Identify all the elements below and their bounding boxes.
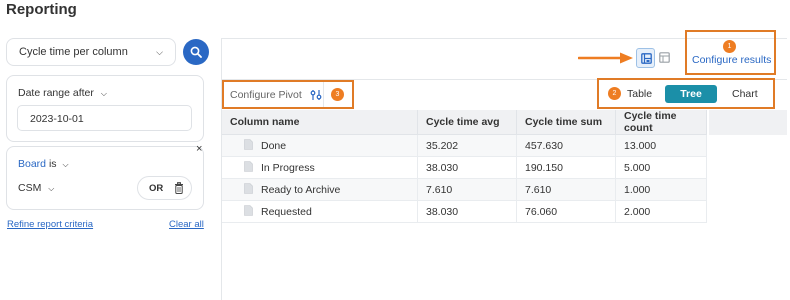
date-input-value: 2023-10-01 [30,113,84,125]
trash-icon[interactable] [174,182,184,194]
row-name-cell: In Progress [222,156,418,179]
table-cell: 5.000 [615,156,707,179]
table-cell: 190.150 [516,156,616,179]
refine-report-link[interactable]: Refine report criteria [7,219,93,230]
chevron-down-icon: ⌵ [100,89,107,98]
close-icon[interactable]: × [196,143,202,155]
table-row[interactable]: Requested 38.030 76.060 2.000 [222,200,707,223]
or-button[interactable]: OR [149,183,163,194]
table-cell: 457.630 [516,134,616,157]
callout-badge-3: 3 [331,88,344,101]
document-icon [244,160,253,175]
table-header-filler [709,110,787,135]
tree-view-icon [641,53,652,64]
document-icon [244,182,253,197]
row-name-cell: Done [222,134,418,157]
report-type-select[interactable]: Cycle time per column ⌵ [6,38,176,66]
chevron-down-icon: ⌵ [48,184,55,193]
date-input[interactable]: 2023-10-01 [17,105,192,131]
date-filter-dropdown[interactable]: Date range after ⌵ [18,87,107,99]
table-cell: 38.030 [417,156,517,179]
tab-tree[interactable]: Tree [665,85,717,103]
or-group: OR [137,176,192,200]
board-filter-field[interactable]: Board [18,158,46,170]
table-row[interactable]: Ready to Archive 7.610 7.610 1.000 [222,178,707,201]
table-cell: 35.202 [417,134,517,157]
callout-badge-1: 1 [723,40,736,53]
table-view-toggle[interactable] [657,49,673,67]
table-row[interactable]: Done 35.202 457.630 13.000 [222,134,707,157]
row-name: Done [261,139,287,152]
row-name: Ready to Archive [261,183,341,196]
column-header[interactable]: Column name [222,110,418,135]
report-type-value: Cycle time per column [19,46,128,58]
table-cell: 13.000 [615,134,707,157]
table-cell: 7.610 [516,178,616,201]
sliders-icon [310,90,322,101]
search-button[interactable] [183,39,209,65]
document-icon [244,138,253,153]
table-view-icon [659,52,670,63]
search-icon [190,46,202,58]
clear-all-link[interactable]: Clear all [169,219,204,230]
table-header-row: Column name Cycle time avg Cycle time su… [222,110,707,135]
divider [323,82,324,107]
results-table: Column name Cycle time avg Cycle time su… [222,110,707,223]
table-cell: 76.060 [516,200,616,223]
tree-view-toggle[interactable] [636,48,655,68]
configure-pivot-label: Configure Pivot [230,89,302,101]
arrow-right-icon [578,52,633,64]
configure-pivot-button[interactable]: Configure Pivot [230,89,322,101]
chevron-down-icon: ⌵ [156,47,163,57]
table-cell: 2.000 [615,200,707,223]
tab-chart[interactable]: Chart [732,88,758,100]
board-filter-value: CSM [18,182,42,194]
tab-table[interactable]: Table [627,88,652,100]
callout-badge-2: 2 [608,87,621,100]
board-filter-header[interactable]: Board is ⌵ [18,158,69,170]
page-title: Reporting [6,1,77,18]
board-value-select[interactable]: CSM ⌵ [18,182,54,194]
table-cell: 1.000 [615,178,707,201]
document-icon [244,204,253,219]
row-name-cell: Requested [222,200,418,223]
column-header[interactable]: Cycle time avg [417,110,517,135]
row-name-cell: Ready to Archive [222,178,418,201]
table-cell: 38.030 [417,200,517,223]
date-filter-label: Date range after [18,87,94,99]
column-header[interactable]: Cycle time sum [516,110,616,135]
table-cell: 7.610 [417,178,517,201]
column-header[interactable]: Cycle time count [615,110,707,135]
table-row[interactable]: In Progress 38.030 190.150 5.000 [222,156,707,179]
board-filter-operator: is [48,158,57,170]
row-name: Requested [261,205,312,218]
configure-results-link[interactable]: Configure results [692,54,771,66]
row-name: In Progress [261,161,315,174]
chevron-down-icon: ⌵ [62,160,69,169]
